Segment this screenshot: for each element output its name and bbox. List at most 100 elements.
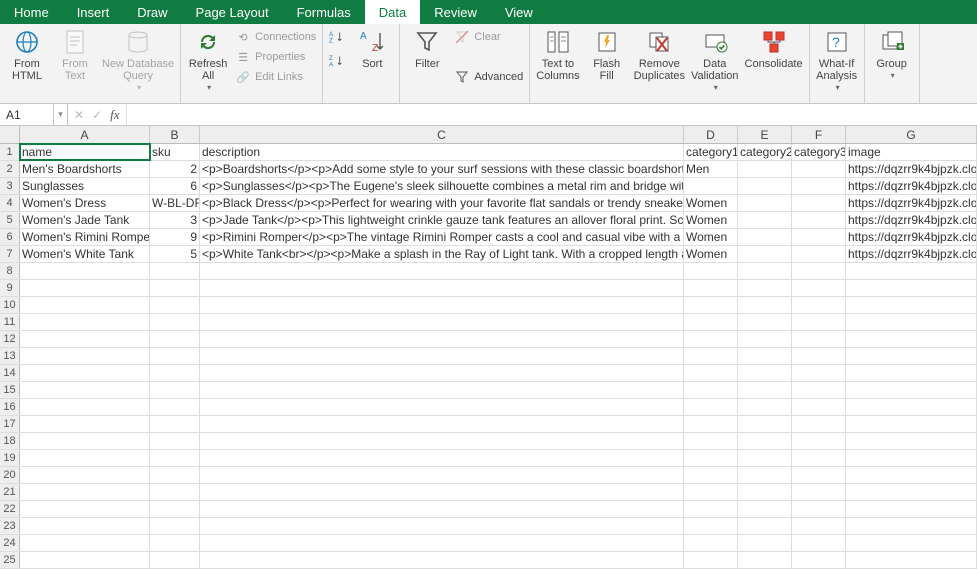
cell[interactable]: <p>Sunglasses</p><p>The Eugene's sleek s… (200, 178, 684, 194)
cell[interactable] (846, 280, 977, 296)
name-box-dropdown[interactable]: ▾ (54, 104, 68, 125)
fx-icon[interactable]: fx (110, 107, 119, 123)
row-header[interactable]: 19 (0, 450, 20, 466)
cell[interactable] (846, 433, 977, 449)
cell[interactable]: 3 (150, 212, 200, 228)
cell[interactable] (150, 399, 200, 415)
row-header[interactable]: 20 (0, 467, 20, 483)
cell[interactable]: https://dqzrr9k4bjpzk.clo (846, 195, 977, 211)
from-html-button[interactable]: From HTML (6, 28, 48, 82)
new-database-query-button[interactable]: New Database Query ▾ (102, 28, 174, 93)
cell[interactable] (738, 161, 792, 177)
cell[interactable] (738, 535, 792, 551)
cell[interactable] (792, 552, 846, 568)
cell[interactable] (738, 348, 792, 364)
cell[interactable]: <p>White Tank<br></p><p>Make a splash in… (200, 246, 684, 262)
cell[interactable] (738, 484, 792, 500)
row-header[interactable]: 6 (0, 229, 20, 245)
cell[interactable] (846, 365, 977, 381)
group-button[interactable]: Group ▾ (871, 28, 913, 81)
cell[interactable]: https://dqzrr9k4bjpzk.clo (846, 161, 977, 177)
cell[interactable] (684, 280, 738, 296)
cell[interactable] (792, 229, 846, 245)
cell[interactable] (738, 450, 792, 466)
row-header[interactable]: 21 (0, 484, 20, 500)
cell[interactable] (738, 263, 792, 279)
tab-formulas[interactable]: Formulas (283, 0, 365, 24)
cell[interactable]: Men (684, 161, 738, 177)
cell[interactable] (684, 399, 738, 415)
cell[interactable] (738, 399, 792, 415)
data-validation-button[interactable]: Data Validation ▾ (691, 28, 739, 93)
cell[interactable]: https://dqzrr9k4bjpzk.clo (846, 178, 977, 194)
select-all-corner[interactable] (0, 126, 20, 143)
tab-home[interactable]: Home (0, 0, 63, 24)
cell[interactable] (684, 382, 738, 398)
cell[interactable] (792, 433, 846, 449)
cell[interactable] (792, 331, 846, 347)
cell[interactable] (150, 552, 200, 568)
cell[interactable] (684, 433, 738, 449)
cell[interactable] (792, 484, 846, 500)
cell[interactable] (684, 501, 738, 517)
row-header[interactable]: 7 (0, 246, 20, 262)
cell[interactable] (150, 297, 200, 313)
clear-filter-button[interactable]: Clear (454, 28, 523, 46)
cell[interactable] (738, 501, 792, 517)
cell[interactable] (792, 161, 846, 177)
row-header[interactable]: 22 (0, 501, 20, 517)
cell[interactable] (150, 348, 200, 364)
column-header[interactable]: E (738, 126, 792, 143)
cell[interactable]: Women (684, 246, 738, 262)
cell[interactable] (200, 416, 684, 432)
cell[interactable]: Men's Boardshorts (20, 161, 150, 177)
cell[interactable] (150, 331, 200, 347)
consolidate-button[interactable]: Consolidate (745, 28, 803, 70)
cell[interactable] (792, 382, 846, 398)
cell[interactable] (738, 433, 792, 449)
cell[interactable]: https://dqzrr9k4bjpzk.clo (846, 246, 977, 262)
cell[interactable]: name (20, 144, 150, 160)
cell[interactable] (150, 382, 200, 398)
cell[interactable] (684, 484, 738, 500)
row-header[interactable]: 3 (0, 178, 20, 194)
row-header[interactable]: 8 (0, 263, 20, 279)
cell[interactable] (20, 331, 150, 347)
cell[interactable] (20, 348, 150, 364)
cell[interactable] (846, 416, 977, 432)
cell[interactable] (20, 467, 150, 483)
cell[interactable] (150, 535, 200, 551)
cell[interactable]: Women (684, 212, 738, 228)
cell[interactable] (20, 433, 150, 449)
cell[interactable] (738, 195, 792, 211)
refresh-all-button[interactable]: Refresh All ▾ (187, 28, 229, 93)
edit-links-button[interactable]: 🔗Edit Links (235, 68, 316, 86)
cell[interactable] (846, 467, 977, 483)
cell[interactable] (846, 348, 977, 364)
cell[interactable] (738, 518, 792, 534)
cell[interactable] (150, 263, 200, 279)
cell[interactable] (846, 314, 977, 330)
row-header[interactable]: 18 (0, 433, 20, 449)
cell[interactable] (792, 450, 846, 466)
cell[interactable] (846, 450, 977, 466)
cell[interactable] (20, 314, 150, 330)
properties-button[interactable]: ☰Properties (235, 48, 316, 66)
cell[interactable] (846, 501, 977, 517)
cell[interactable] (200, 297, 684, 313)
sort-button[interactable]: AZ Sort (351, 28, 393, 70)
cell[interactable] (150, 416, 200, 432)
cell[interactable]: <p>Black Dress</p><p>Perfect for wearing… (200, 195, 684, 211)
cell[interactable]: <p>Rimini Romper</p><p>The vintage Rimin… (200, 229, 684, 245)
row-header[interactable]: 9 (0, 280, 20, 296)
cell[interactable]: category3 (792, 144, 846, 160)
tab-review[interactable]: Review (420, 0, 491, 24)
cell[interactable] (684, 314, 738, 330)
cell[interactable] (150, 450, 200, 466)
row-header[interactable]: 1 (0, 144, 20, 160)
cell[interactable] (150, 484, 200, 500)
cell[interactable] (846, 297, 977, 313)
cell[interactable] (150, 433, 200, 449)
cell[interactable] (200, 518, 684, 534)
cell[interactable] (20, 501, 150, 517)
